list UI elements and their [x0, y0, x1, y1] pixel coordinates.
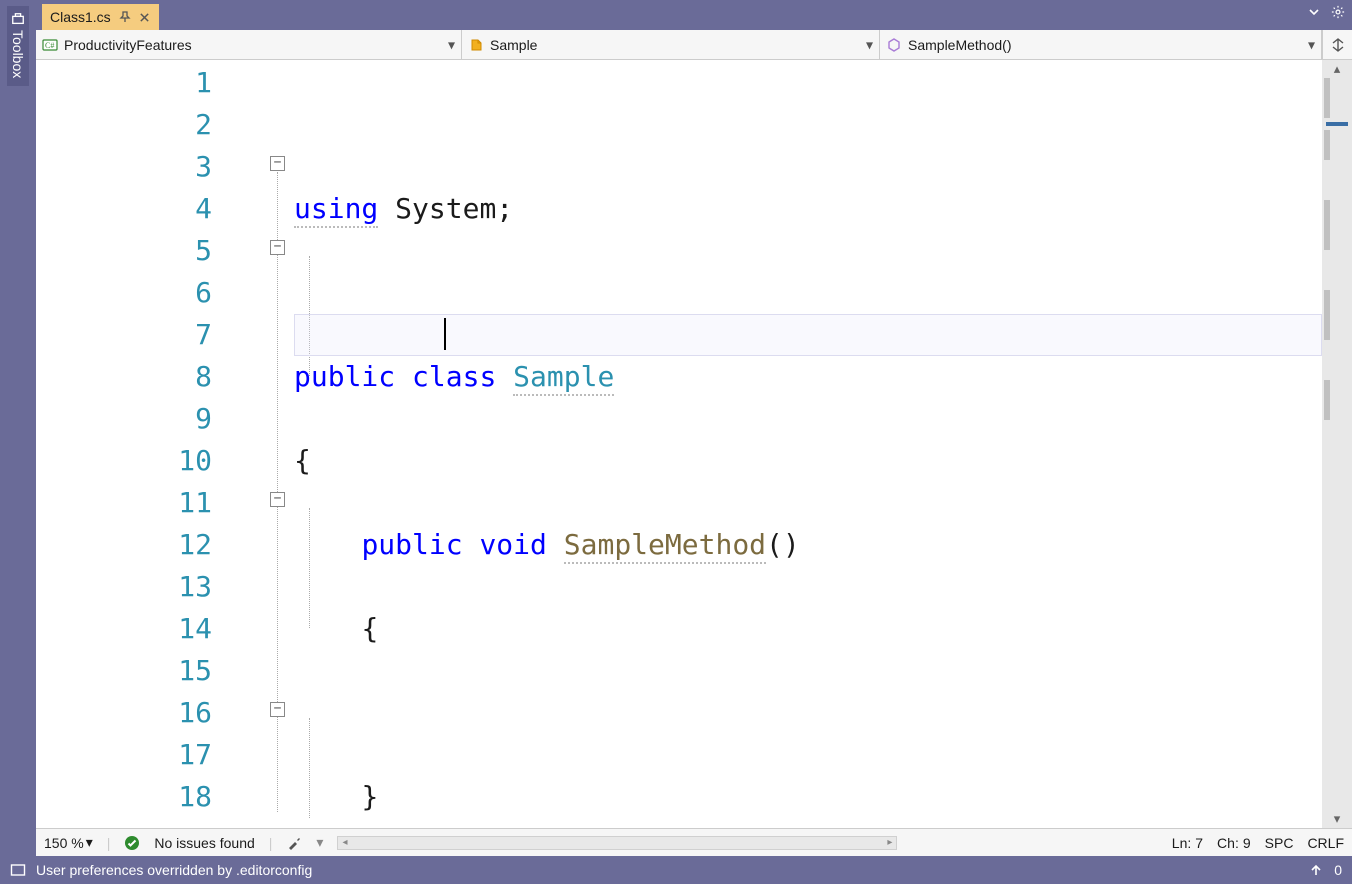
indent-mode[interactable]: SPC [1265, 835, 1294, 851]
col-label: Ch: [1217, 835, 1239, 851]
nav-member-dropdown[interactable]: SampleMethod() ▾ [880, 30, 1322, 59]
publish-arrow-icon[interactable] [1308, 862, 1324, 878]
method-icon [886, 37, 902, 53]
line-label: Ln: [1172, 835, 1191, 851]
toolbox-icon [11, 12, 25, 26]
scroll-up-arrow[interactable]: ▴ [1322, 60, 1352, 78]
tab-overflow-icon[interactable] [1306, 4, 1322, 20]
toolbox-tab[interactable]: Toolbox [7, 6, 29, 86]
scroll-left-arrow[interactable]: ◂ [338, 837, 351, 848]
fold-toggle[interactable]: − [270, 702, 285, 717]
chevron-down-icon: ▾ [448, 36, 455, 53]
close-icon[interactable] [139, 11, 151, 23]
zoom-dropdown[interactable]: 150 % ▾ [44, 834, 93, 851]
status-message[interactable]: User preferences overridden by .editorco… [36, 862, 312, 878]
scroll-caret-marker [1326, 122, 1348, 126]
class-icon [468, 37, 484, 53]
col-value[interactable]: 9 [1243, 835, 1251, 851]
eol-mode[interactable]: CRLF [1307, 835, 1344, 851]
document-tab-strip: Class1.cs [36, 0, 1352, 30]
notification-count[interactable]: 0 [1334, 862, 1342, 878]
nav-project-dropdown[interactable]: C# ProductivityFeatures ▾ [36, 30, 462, 59]
pin-icon[interactable] [119, 11, 131, 23]
line-number-gutter: 1 2 3 4 5 6 7 8 9 10 11 12 13 14 15 16 1… [36, 60, 222, 828]
text-caret [444, 318, 446, 350]
chevron-down-icon: ▾ [86, 834, 93, 851]
fold-toggle[interactable]: − [270, 240, 285, 255]
gear-icon[interactable] [1330, 4, 1346, 20]
nav-class-label: Sample [490, 37, 537, 53]
screwdriver-icon[interactable] [286, 835, 302, 851]
fold-toggle[interactable]: − [270, 156, 285, 171]
horizontal-scrollbar[interactable]: ◂ ▸ [337, 836, 897, 850]
svg-text:C#: C# [45, 41, 54, 50]
ide-status-bar: User preferences overridden by .editorco… [0, 856, 1352, 884]
issues-label[interactable]: No issues found [154, 835, 254, 851]
code-editor[interactable]: 1 2 3 4 5 6 7 8 9 10 11 12 13 14 15 16 1… [36, 60, 1352, 828]
toolbox-label: Toolbox [10, 30, 26, 78]
fold-toggle[interactable]: − [270, 492, 285, 507]
toolbox-panel: Toolbox [0, 0, 36, 856]
info-rect-icon [10, 862, 26, 878]
chevron-down-icon: ▾ [1308, 36, 1315, 53]
editor-status-bar: 150 % ▾ | No issues found | ▾ ◂ ▸ Ln: 7 … [36, 828, 1352, 856]
current-line-highlight [294, 314, 1322, 356]
file-tab-label: Class1.cs [50, 9, 111, 25]
scroll-right-arrow[interactable]: ▸ [883, 837, 896, 848]
vertical-scrollbar[interactable]: ▴ ▾ [1322, 60, 1352, 828]
split-editor-button[interactable] [1322, 30, 1352, 59]
nav-project-label: ProductivityFeatures [64, 37, 192, 53]
chevron-down-icon[interactable]: ▾ [316, 834, 323, 851]
status-ok-icon [124, 835, 140, 851]
line-value[interactable]: 7 [1195, 835, 1203, 851]
navigation-bar: C# ProductivityFeatures ▾ Sample ▾ Sampl… [36, 30, 1352, 60]
zoom-value: 150 % [44, 835, 84, 851]
code-text-area[interactable]: using System; public class Sample { publ… [294, 60, 1322, 828]
csharp-project-icon: C# [42, 37, 58, 53]
nav-member-label: SampleMethod() [908, 37, 1012, 53]
file-tab-class1[interactable]: Class1.cs [42, 4, 159, 30]
nav-class-dropdown[interactable]: Sample ▾ [462, 30, 880, 59]
outlining-margin: − − − − [222, 60, 294, 828]
scroll-down-arrow[interactable]: ▾ [1322, 810, 1352, 828]
chevron-down-icon: ▾ [866, 36, 873, 53]
